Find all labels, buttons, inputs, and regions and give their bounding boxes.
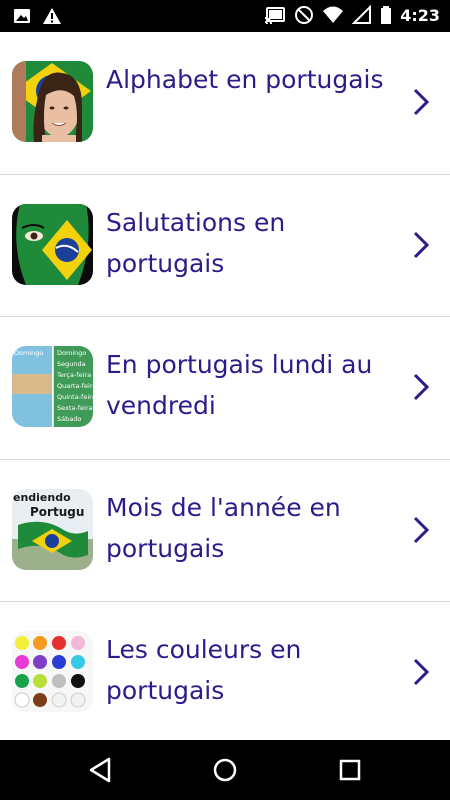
signal-icon xyxy=(352,5,372,24)
weekday-text: Sábado xyxy=(57,415,81,423)
back-icon[interactable] xyxy=(85,755,115,785)
woman-brazil-flag-thumbnail xyxy=(12,61,93,142)
weekday-text: Sexta-feira xyxy=(57,404,93,412)
lesson-label: En portugais lundi au vendredi xyxy=(106,350,373,421)
do-not-disturb-icon xyxy=(295,6,314,24)
weekday-text: Terça-feira xyxy=(56,371,91,379)
warning-icon xyxy=(43,8,61,24)
list-item[interactable]: endiendo Portugu Mois de l'année en port… xyxy=(0,460,450,603)
weekday-text: Domingo xyxy=(14,349,43,357)
list-item[interactable]: Les couleurs en portugais xyxy=(0,602,450,740)
thumb-text: endiendo xyxy=(13,491,71,504)
color-circles-thumbnail xyxy=(12,631,93,713)
lesson-label: Salutations en portugais xyxy=(106,207,286,278)
chevron-right-icon[interactable] xyxy=(412,515,430,545)
navigation-bar xyxy=(0,740,450,800)
aprendiendo-portugues-thumbnail: endiendo Portugu xyxy=(12,488,93,570)
lesson-list: Alphabet en portugais Salutations en por… xyxy=(0,32,450,740)
weekday-text: Quarta-feira xyxy=(57,382,93,390)
list-item[interactable]: Domingo Domingo Segunda Terça-feira Quar… xyxy=(0,317,450,460)
list-item[interactable]: Salutations en portugais xyxy=(0,175,450,318)
thumb-text: Portugu xyxy=(30,505,84,519)
lesson-label: Les couleurs en portugais xyxy=(106,635,302,706)
status-bar: 4:23 xyxy=(0,0,450,32)
status-time: 4:23 xyxy=(400,5,440,25)
list-item[interactable]: Alphabet en portugais xyxy=(0,32,450,175)
wifi-icon xyxy=(323,6,344,23)
cast-icon xyxy=(265,7,286,25)
lesson-label: Mois de l'année en portugais xyxy=(106,492,341,563)
chevron-right-icon[interactable] xyxy=(412,372,430,402)
weekday-text: Quinta-feira xyxy=(57,393,93,401)
face-paint-flag-thumbnail xyxy=(12,203,93,285)
chevron-right-icon[interactable] xyxy=(412,230,430,260)
weekday-text: Domingo xyxy=(57,349,86,357)
home-icon[interactable] xyxy=(210,755,240,785)
weekday-text: Segunda xyxy=(57,360,86,368)
weekdays-chart-thumbnail: Domingo Domingo Segunda Terça-feira Quar… xyxy=(12,346,93,428)
chevron-right-icon[interactable] xyxy=(412,87,430,117)
image-icon xyxy=(14,9,30,23)
battery-icon xyxy=(381,6,392,24)
chevron-right-icon[interactable] xyxy=(412,657,430,687)
recents-icon[interactable] xyxy=(335,755,365,785)
lesson-label: Alphabet en portugais xyxy=(106,65,384,94)
